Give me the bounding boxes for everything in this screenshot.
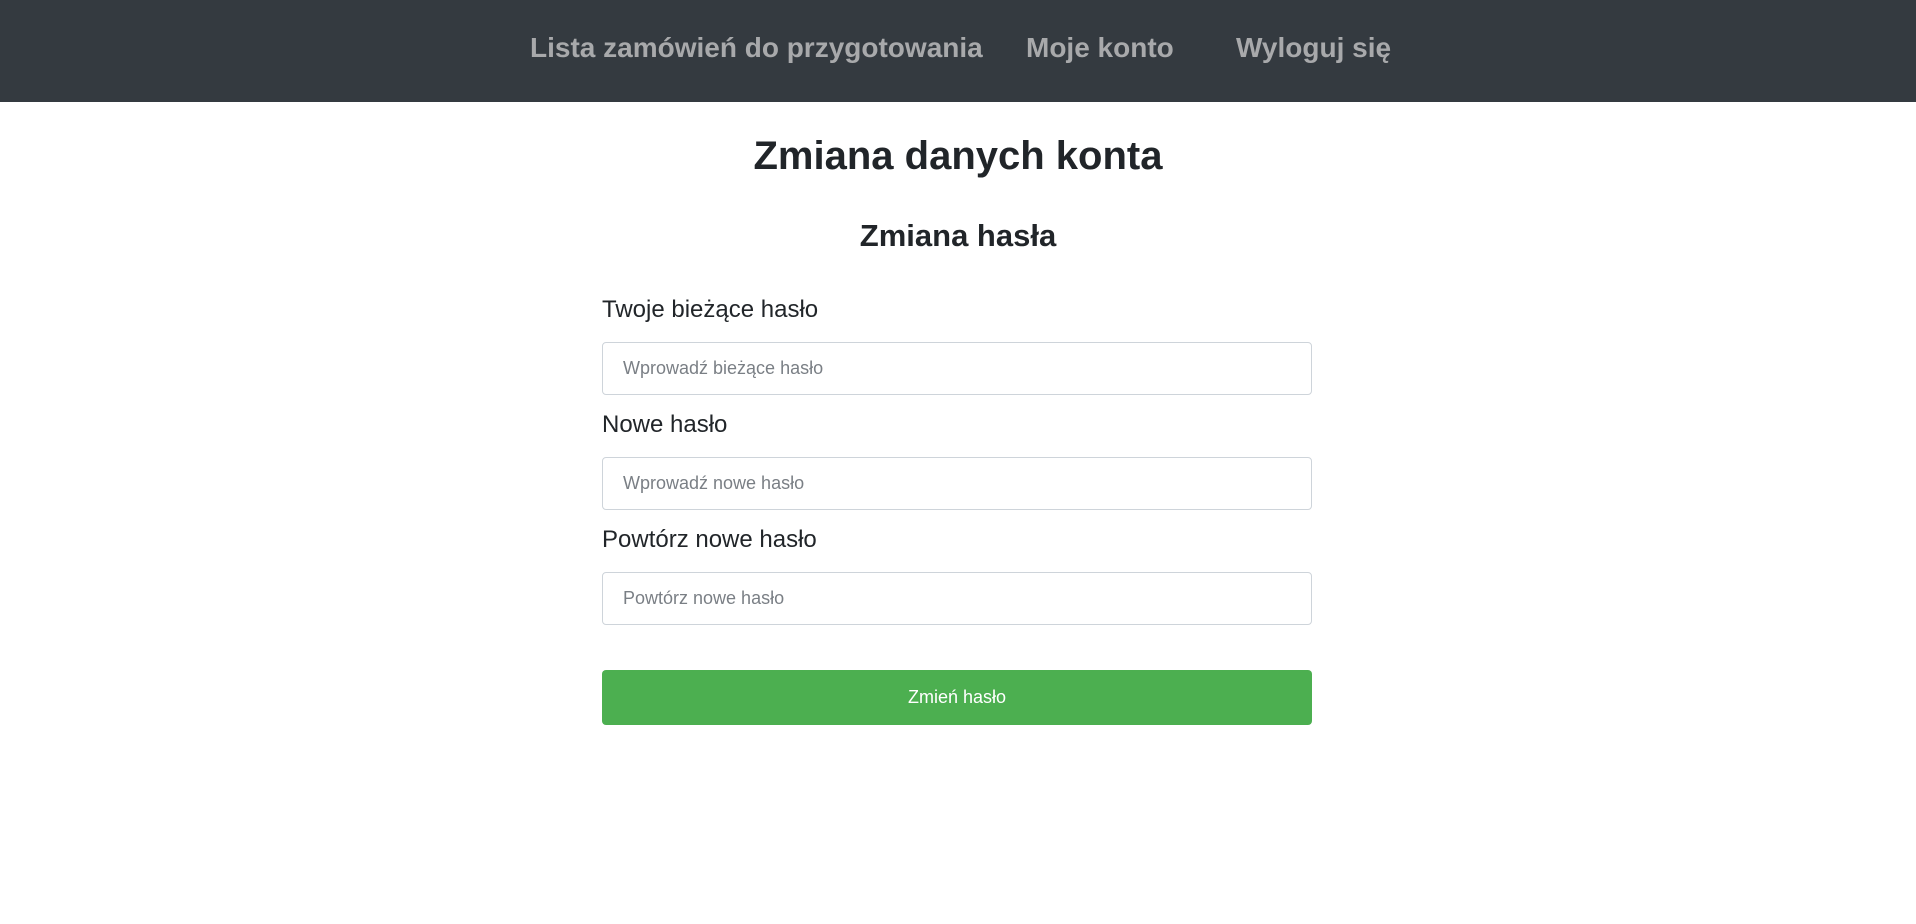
form-section-title: Zmiana hasła xyxy=(859,218,1057,253)
nav-link-logout[interactable]: Wyloguj się xyxy=(1236,0,1391,96)
current-password-label: Twoje bieżące hasło xyxy=(602,296,819,323)
repeat-password-input[interactable] xyxy=(602,572,1312,625)
nav-link-my-account[interactable]: Moje konto xyxy=(1026,0,1174,96)
page-title: Zmiana danych konta xyxy=(753,134,1163,178)
nav-link-orders-to-prepare[interactable]: Lista zamówień do przygotowania xyxy=(530,0,983,96)
repeat-password-label: Powtórz nowe hasło xyxy=(602,526,817,553)
current-password-input[interactable] xyxy=(602,342,1312,395)
new-password-label: Nowe hasło xyxy=(602,411,728,438)
change-password-button[interactable]: Zmień hasło xyxy=(602,670,1312,725)
new-password-input[interactable] xyxy=(602,457,1312,510)
top-navbar: Lista zamówień do przygotowania Moje kon… xyxy=(0,0,1916,102)
